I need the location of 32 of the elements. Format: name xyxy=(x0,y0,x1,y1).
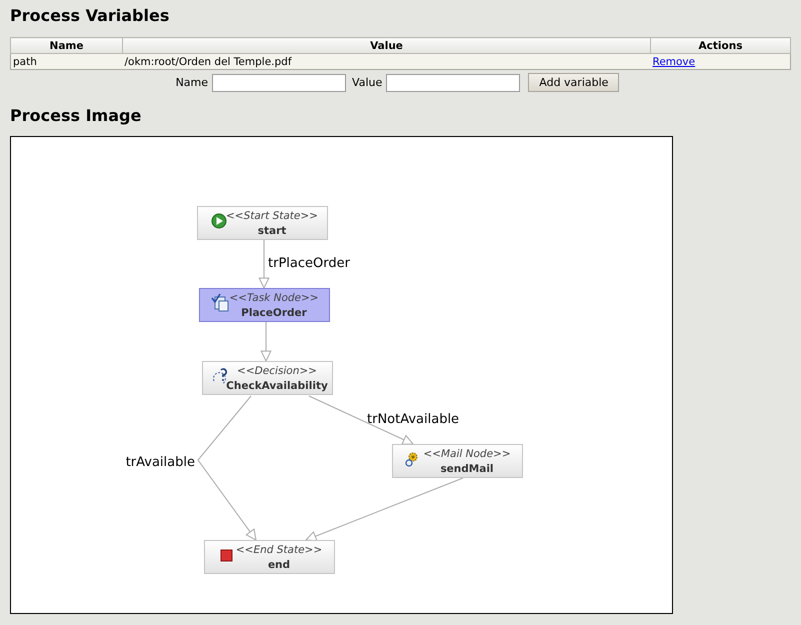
gear-icon xyxy=(405,452,418,467)
node-name: PlaceOrder xyxy=(241,307,307,319)
transition-label: trAvailable xyxy=(126,455,195,470)
column-header: Actions xyxy=(650,38,790,54)
value-field[interactable] xyxy=(386,74,520,92)
transition-label: trPlaceOrder xyxy=(268,256,350,271)
column-header: Name xyxy=(10,38,122,54)
column-header: Value xyxy=(122,38,650,54)
node-name: CheckAvailability xyxy=(226,380,328,392)
question-icon xyxy=(212,368,227,384)
node-name: start xyxy=(258,225,286,237)
table-cell: /okm:root/Orden del Temple.pdf xyxy=(122,54,650,70)
node-stereotype: <<End State>> xyxy=(236,544,322,556)
node-stereotype: <<Mail Node>> xyxy=(423,448,511,460)
stop-icon xyxy=(220,550,232,562)
field-label: Value xyxy=(352,76,382,89)
section-heading: Process Variables xyxy=(10,6,170,26)
name-field[interactable] xyxy=(212,74,346,92)
node-stereotype: <<Decision>> xyxy=(237,365,317,377)
play-icon xyxy=(212,214,226,228)
section-heading: Process Image xyxy=(10,106,142,126)
field-label: Name xyxy=(176,76,208,89)
table-cell: path xyxy=(10,54,122,70)
transition-label: trNotAvailable xyxy=(367,412,460,427)
node-name: sendMail xyxy=(440,463,494,475)
checklist-icon xyxy=(211,294,228,312)
node-stereotype: <<Task Node>> xyxy=(229,292,319,304)
transition-arrow xyxy=(260,322,272,362)
transition-arrow xyxy=(258,240,270,290)
node-stereotype: <<Start State>> xyxy=(226,210,318,222)
node-name: end xyxy=(268,559,290,571)
add-variable-button[interactable]: Add variable xyxy=(528,73,620,92)
